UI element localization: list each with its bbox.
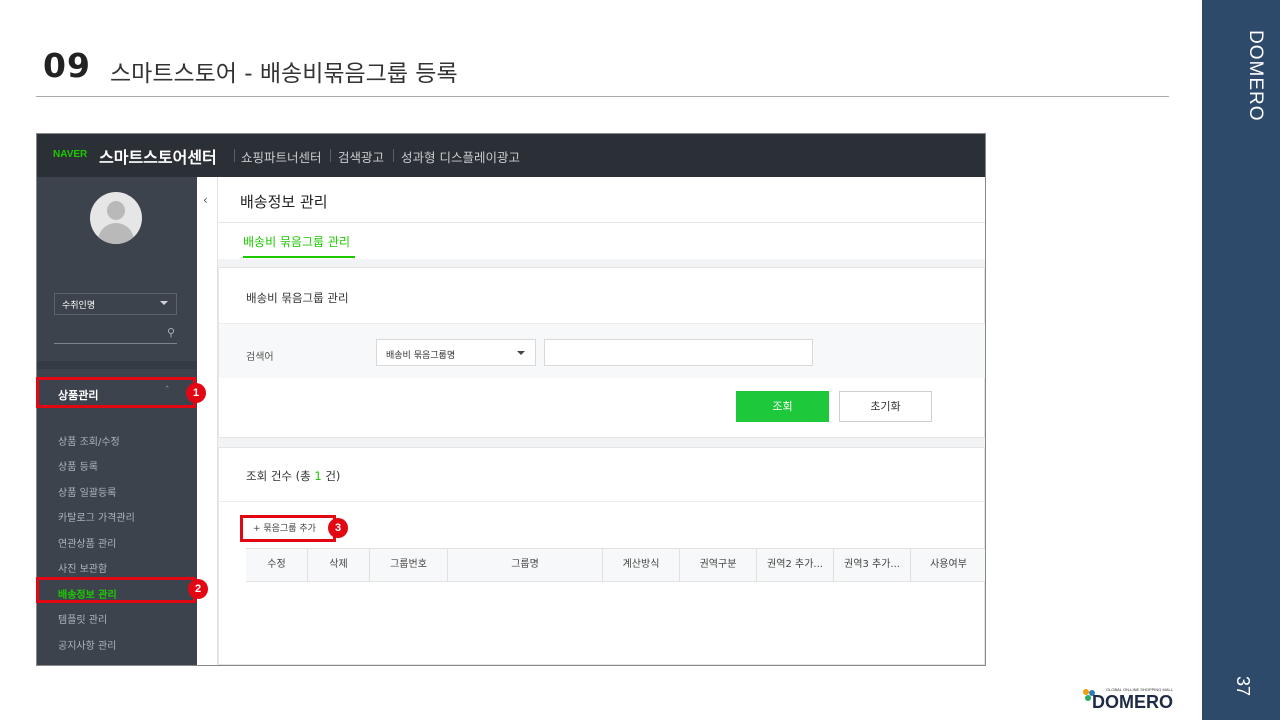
domero-logo: GLOBAL ON-LINE SHOPPING MALL DOMERO [1082, 686, 1173, 714]
slide-title: 스마트스토어 - 배송비묶음그룹 등록 [110, 61, 458, 87]
avatar-head-shape [107, 201, 125, 220]
column-header: 그룹명 [448, 549, 603, 581]
top-nav-shopping-partner[interactable]: 쇼핑파트너센터 [241, 147, 322, 166]
search-icon[interactable]: ⚲ [167, 326, 175, 339]
result-count-prefix: 조회 건수 (총 [246, 469, 315, 483]
top-navigation-bar: NAVER 스마트스토어센터 쇼핑파트너센터 검색광고 성과형 디스플레이광고 [37, 134, 985, 177]
avatar [90, 192, 142, 244]
column-header: 계산방식 [603, 549, 680, 581]
reset-button[interactable]: 초기화 [839, 391, 932, 422]
sidebar-item-templates[interactable]: 템플릿 관리 [58, 611, 107, 626]
callout-number-3: 3 [328, 518, 348, 538]
column-header: 권역구분 [680, 549, 757, 581]
search-input[interactable] [544, 339, 813, 366]
panel-title: 배송비 묶음그룹 관리 [246, 291, 349, 305]
active-tab-indicator [243, 256, 355, 258]
chevron-left-icon: ‹ [203, 193, 208, 207]
search-type-select[interactable]: 배송비 묶음그룹명 [376, 339, 536, 366]
sidebar-divider [37, 361, 197, 369]
sidebar-item-notices[interactable]: 공지사항 관리 [58, 637, 116, 652]
logo-wordmark: DOMERO [1092, 692, 1173, 712]
result-count: 조회 건수 (총 1 건) [246, 468, 340, 484]
nav-separator [234, 149, 235, 162]
nav-separator [393, 149, 394, 162]
seller-select[interactable]: 수취인명 [54, 293, 177, 315]
top-nav-search-ads[interactable]: 검색광고 [338, 147, 384, 166]
sidebar-item-product-register[interactable]: 상품 등록 [58, 458, 98, 473]
callout-box-shipping-info [36, 577, 196, 603]
sidebar-item-catalog-price[interactable]: 카탈로그 가격관리 [58, 509, 135, 524]
main-content: 배송정보 관리 배송비 묶음그룹 관리 배송비 묶음그룹 관리 검색어 배송비 … [218, 177, 985, 665]
sidebar-item-product-list[interactable]: 상품 조회/수정 [58, 433, 120, 448]
callout-box-add-group [240, 515, 336, 542]
seller-select-value: 수취인명 [62, 301, 96, 311]
chevron-down-icon [517, 351, 525, 355]
title-divider [36, 96, 1169, 97]
column-header: 권역2 추가... [757, 549, 834, 581]
page-number: 37 [1233, 676, 1253, 697]
tab-shipping-group[interactable]: 배송비 묶음그룹 관리 [243, 233, 350, 250]
search-button[interactable]: 조회 [736, 391, 829, 422]
callout-number-2: 2 [188, 579, 208, 599]
search-label: 검색어 [246, 352, 274, 363]
result-count-suffix: 건) [321, 469, 341, 483]
page-title: 배송정보 관리 [240, 193, 328, 211]
search-panel: 배송비 묶음그룹 관리 검색어 배송비 묶음그룹명 조회 초기화 [218, 267, 985, 438]
slide-number: 09 [43, 46, 91, 85]
chevron-down-icon [160, 301, 168, 305]
band-brand-text: DOMERO [1245, 30, 1266, 122]
sidebar-item-photo-storage[interactable]: 사진 보관함 [58, 560, 107, 575]
table-header: 수정 삭제 그룹번호 그룹명 계산방식 권역구분 권역2 추가... 권역3 추… [246, 548, 985, 582]
results-panel: 조회 건수 (총 1 건) + 묶음그룹 추가 수정 삭제 그룹번호 그룹명 계… [218, 447, 985, 665]
column-header: 그룹번호 [370, 549, 448, 581]
result-count-value: 1 [314, 469, 322, 483]
sidebar-search-input[interactable]: ⚲ [54, 322, 177, 344]
column-header: 수정 [246, 549, 308, 581]
search-type-value: 배송비 묶음그룹명 [386, 351, 456, 361]
header-divider [218, 222, 985, 223]
column-header: 사용여부 [930, 559, 967, 570]
column-header: 삭제 [308, 549, 370, 581]
naver-logo[interactable]: NAVER [53, 149, 87, 160]
smartstore-center-title[interactable]: 스마트스토어센터 [99, 144, 217, 168]
nav-separator [330, 149, 331, 162]
avatar-body-shape [98, 223, 134, 244]
callout-number-1: 1 [186, 383, 206, 403]
column-header: 권역3 추가... [834, 549, 911, 581]
page-header: 배송정보 관리 배송비 묶음그룹 관리 [218, 177, 985, 259]
callout-box-product-management [36, 377, 196, 408]
sidebar-item-related-products[interactable]: 연관상품 관리 [58, 535, 116, 550]
search-row: 검색어 배송비 묶음그룹명 [219, 323, 985, 378]
top-nav-display-ads[interactable]: 성과형 디스플레이광고 [401, 147, 520, 166]
sidebar-item-bulk-register[interactable]: 상품 일괄등록 [58, 484, 116, 499]
panel-divider [219, 501, 985, 502]
